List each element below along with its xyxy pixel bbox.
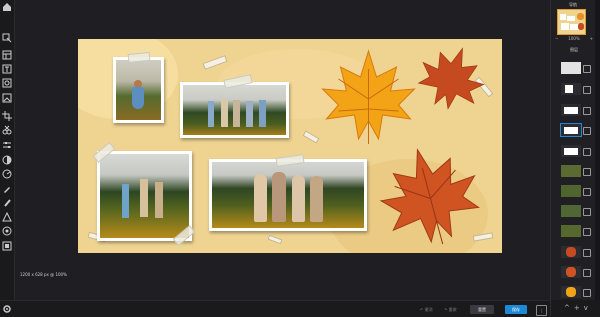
reset-button[interactable]: 重置 bbox=[470, 305, 494, 314]
layer-visibility-icon[interactable] bbox=[583, 208, 591, 216]
right-panel: 导航 − 100% + 图层 ^ + v bbox=[550, 0, 600, 316]
contrast-icon[interactable] bbox=[2, 155, 12, 165]
shape-icon[interactable] bbox=[2, 212, 12, 222]
layer-item[interactable] bbox=[561, 183, 591, 199]
layer-item[interactable] bbox=[561, 81, 591, 97]
layer-visibility-icon[interactable] bbox=[583, 127, 591, 135]
layer-item[interactable] bbox=[561, 60, 591, 76]
layer-visibility-icon[interactable] bbox=[583, 269, 591, 277]
layer-visibility-icon[interactable] bbox=[583, 249, 591, 257]
save-button[interactable]: 保存 bbox=[505, 305, 527, 314]
zoom-in-button[interactable]: + bbox=[590, 36, 593, 41]
add-layer-button[interactable]: + bbox=[574, 304, 580, 312]
layer-item[interactable] bbox=[561, 264, 591, 280]
status-bar: 1200 x 628 px @ 100% ↶ 撤消 ↷ 重做 重置 保存 | bbox=[0, 272, 560, 317]
text-icon[interactable] bbox=[2, 64, 12, 74]
layer-item[interactable] bbox=[561, 244, 591, 260]
navigator-label: 导航 bbox=[569, 2, 577, 7]
layer-item[interactable] bbox=[560, 122, 591, 138]
layer-item[interactable] bbox=[561, 203, 591, 219]
filter-icon[interactable] bbox=[2, 169, 12, 179]
photo-frame[interactable] bbox=[180, 82, 289, 138]
paper-flake bbox=[267, 234, 283, 245]
layer-item[interactable] bbox=[561, 223, 591, 239]
image-icon[interactable] bbox=[2, 78, 12, 88]
canvas-size-label: 1200 x 628 px @ 100% bbox=[20, 272, 67, 277]
zoom-out-button[interactable]: − bbox=[555, 36, 558, 41]
workspace bbox=[15, 0, 550, 300]
layer-visibility-icon[interactable] bbox=[583, 168, 591, 176]
home-icon[interactable] bbox=[2, 2, 12, 12]
maple-leaf-red-large[interactable] bbox=[378, 146, 483, 251]
navigator-thumbnail[interactable] bbox=[557, 9, 586, 35]
panel-footer: ^ + v bbox=[551, 300, 600, 316]
zoom-controls: − 100% + bbox=[555, 35, 593, 41]
layer-item[interactable] bbox=[561, 163, 591, 179]
design-canvas[interactable] bbox=[78, 39, 502, 253]
layer-item[interactable] bbox=[561, 143, 591, 159]
layer-visibility-icon[interactable] bbox=[583, 228, 591, 236]
select-icon[interactable] bbox=[2, 33, 12, 43]
photo-frame[interactable] bbox=[113, 57, 164, 123]
maple-leaf-orange[interactable] bbox=[316, 49, 421, 149]
panel-scrollbar[interactable] bbox=[595, 0, 600, 316]
photo-frame[interactable] bbox=[209, 159, 367, 231]
layer-visibility-icon[interactable] bbox=[583, 188, 591, 196]
redo-button[interactable]: ↷ 重做 bbox=[444, 305, 457, 314]
panel-toggle-button[interactable]: | bbox=[536, 305, 547, 316]
photo-icon[interactable] bbox=[2, 93, 12, 103]
cut-icon[interactable] bbox=[2, 125, 12, 135]
layer-item[interactable] bbox=[561, 102, 591, 118]
layer-visibility-icon[interactable] bbox=[583, 107, 591, 115]
settings-icon[interactable] bbox=[2, 304, 12, 314]
crop-icon[interactable] bbox=[2, 111, 12, 121]
layout-icon[interactable] bbox=[2, 50, 12, 60]
paper-flake bbox=[202, 55, 228, 70]
sticker-icon[interactable] bbox=[2, 226, 12, 236]
photo-frame[interactable] bbox=[97, 151, 192, 241]
layer-visibility-icon[interactable] bbox=[583, 148, 591, 156]
brush-icon[interactable] bbox=[2, 184, 12, 194]
layer-up-button[interactable]: ^ bbox=[564, 304, 570, 312]
tool-sidebar bbox=[0, 0, 15, 316]
layer-visibility-icon[interactable] bbox=[583, 289, 591, 297]
layer-item[interactable] bbox=[561, 284, 591, 300]
fill-icon[interactable] bbox=[2, 198, 12, 208]
layer-down-button[interactable]: v bbox=[584, 304, 588, 312]
layer-visibility-icon[interactable] bbox=[583, 86, 591, 94]
undo-button[interactable]: ↶ 撤消 bbox=[420, 305, 433, 314]
zoom-value: 100% bbox=[568, 35, 580, 41]
maple-leaf-red-small[interactable] bbox=[416, 45, 486, 115]
layer-visibility-icon[interactable] bbox=[583, 65, 591, 73]
adjust-icon[interactable] bbox=[2, 140, 12, 150]
layers-icon[interactable] bbox=[2, 241, 12, 251]
layers-label: 图层 bbox=[570, 47, 578, 52]
